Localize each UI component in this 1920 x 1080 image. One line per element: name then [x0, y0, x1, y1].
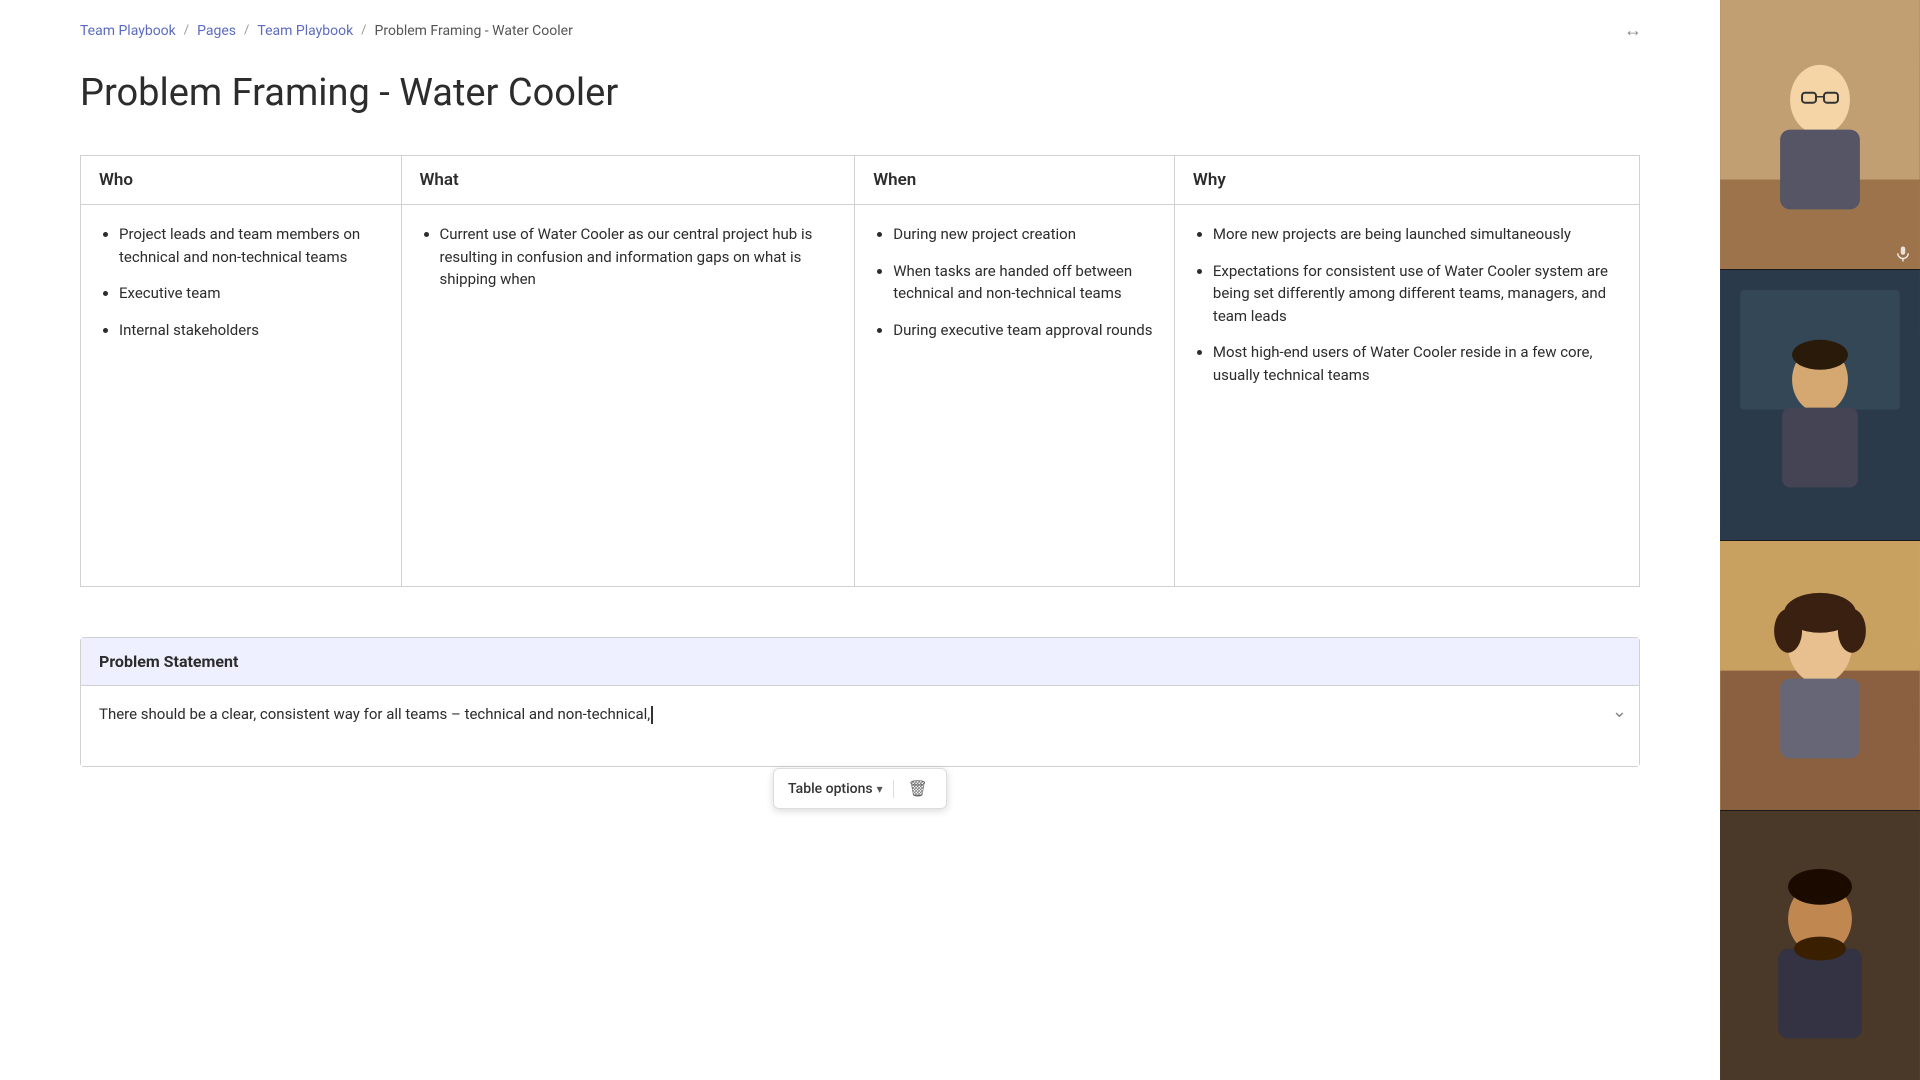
breadcrumb-sep-3: /: [361, 23, 366, 38]
breadcrumb-current: Problem Framing - Water Cooler: [375, 23, 573, 39]
breadcrumb-sep-1: /: [184, 23, 189, 38]
cell-why[interactable]: More new projects are being launched sim…: [1174, 205, 1639, 587]
breadcrumb-item-1[interactable]: Team Playbook: [80, 23, 176, 39]
breadcrumb: Team Playbook / Pages / Team Playbook / …: [80, 0, 1640, 71]
problem-statement-section: Problem Statement There should be a clea…: [80, 637, 1640, 767]
video-panel: [1720, 0, 1920, 1080]
mic-icon-1: [1894, 245, 1912, 263]
cell-what[interactable]: Current use of Water Cooler as our centr…: [401, 205, 855, 587]
who-item-3: Internal stakeholders: [119, 319, 383, 342]
breadcrumb-sep-2: /: [244, 23, 249, 38]
col-header-what: What: [401, 156, 855, 205]
main-content: Team Playbook / Pages / Team Playbook / …: [0, 0, 1720, 1080]
why-item-3: Most high-end users of Water Cooler resi…: [1213, 341, 1621, 386]
col-header-when: When: [855, 156, 1175, 205]
problem-statement-body[interactable]: There should be a clear, consistent way …: [81, 686, 1639, 766]
table-options-label-text: Table options: [788, 781, 873, 797]
who-item-2: Executive team: [119, 282, 383, 305]
breadcrumb-expand-icon[interactable]: ↔: [1624, 20, 1640, 41]
problem-statement-expand-icon[interactable]: ⌄: [1612, 698, 1627, 727]
col-header-why: Why: [1174, 156, 1639, 205]
table-options-chevron-icon: ▾: [877, 782, 883, 796]
table-options-button[interactable]: Table options ▾: [788, 781, 883, 797]
table-options-bar: Table options ▾ 🗑: [773, 768, 947, 809]
video-bg-1: [1720, 0, 1920, 269]
cell-who[interactable]: Project leads and team members on techni…: [81, 205, 402, 587]
table-row: Project leads and team members on techni…: [81, 205, 1640, 587]
problem-framing-table: Who What When Why Project leads and team…: [80, 155, 1640, 587]
page-title: Problem Framing - Water Cooler: [80, 71, 1640, 115]
problem-statement-wrapper: Problem Statement There should be a clea…: [80, 637, 1640, 767]
cell-when[interactable]: During new project creation When tasks a…: [855, 205, 1175, 587]
problem-statement-text: There should be a clear, consistent way …: [99, 705, 650, 723]
table-options-divider: [893, 780, 894, 798]
video-participant-4: [1720, 811, 1920, 1080]
text-cursor: [651, 706, 653, 724]
video-participant-1: [1720, 0, 1920, 270]
video-participant-2: [1720, 270, 1920, 540]
why-item-2: Expectations for consistent use of Water…: [1213, 260, 1621, 328]
breadcrumb-item-pages[interactable]: Pages: [197, 23, 236, 39]
problem-framing-table-section: Who What When Why Project leads and team…: [80, 155, 1640, 587]
video-bg-4: [1720, 811, 1920, 1080]
table-options-delete-button[interactable]: 🗑: [904, 777, 932, 800]
who-item-1: Project leads and team members on techni…: [119, 223, 383, 268]
video-participant-3: [1720, 541, 1920, 811]
when-item-3: During executive team approval rounds: [893, 319, 1156, 342]
video-bg-2: [1720, 270, 1920, 539]
when-item-2: When tasks are handed off between techni…: [893, 260, 1156, 305]
when-item-1: During new project creation: [893, 223, 1156, 246]
what-item-1: Current use of Water Cooler as our centr…: [440, 223, 837, 291]
col-header-who: Who: [81, 156, 402, 205]
why-item-1: More new projects are being launched sim…: [1213, 223, 1621, 246]
video-bg-3: [1720, 541, 1920, 810]
breadcrumb-item-2[interactable]: Team Playbook: [257, 23, 353, 39]
problem-statement-header: Problem Statement: [81, 638, 1639, 686]
